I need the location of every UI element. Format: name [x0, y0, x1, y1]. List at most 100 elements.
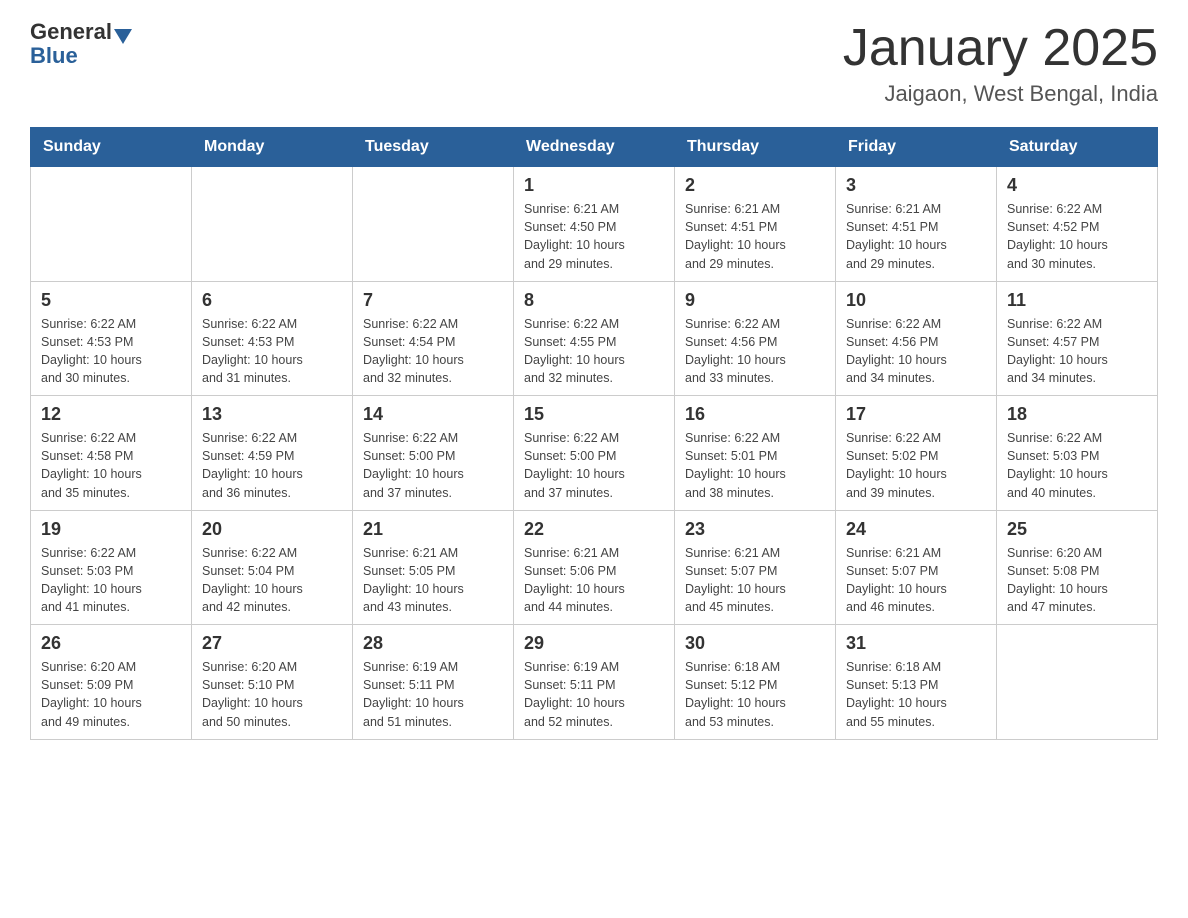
day-number: 23 [685, 519, 825, 540]
weekday-header-sunday: Sunday [31, 128, 192, 167]
day-number: 28 [363, 633, 503, 654]
day-info: Sunrise: 6:22 AM Sunset: 4:58 PM Dayligh… [41, 429, 181, 502]
day-info: Sunrise: 6:22 AM Sunset: 5:01 PM Dayligh… [685, 429, 825, 502]
day-number: 21 [363, 519, 503, 540]
calendar-cell: 10 Sunrise: 6:22 AM Sunset: 4:56 PM Dayli… [836, 281, 997, 396]
calendar-cell: 16 Sunrise: 6:22 AM Sunset: 5:01 PM Dayli… [675, 396, 836, 511]
calendar-cell: 19 Sunrise: 6:22 AM Sunset: 5:03 PM Dayli… [31, 510, 192, 625]
day-info: Sunrise: 6:21 AM Sunset: 5:05 PM Dayligh… [363, 544, 503, 617]
calendar-cell: 20 Sunrise: 6:22 AM Sunset: 5:04 PM Dayli… [192, 510, 353, 625]
day-info: Sunrise: 6:21 AM Sunset: 5:06 PM Dayligh… [524, 544, 664, 617]
calendar-cell: 5Sunrise: 6:22 AM Sunset: 4:53 PM Daylig… [31, 281, 192, 396]
day-number: 17 [846, 404, 986, 425]
day-info: Sunrise: 6:22 AM Sunset: 4:54 PM Dayligh… [363, 315, 503, 388]
calendar-cell: 15 Sunrise: 6:22 AM Sunset: 5:00 PM Dayli… [514, 396, 675, 511]
calendar-cell: 29Sunrise: 6:19 AM Sunset: 5:11 PM Dayli… [514, 625, 675, 740]
day-info: Sunrise: 6:22 AM Sunset: 5:00 PM Dayligh… [524, 429, 664, 502]
day-number: 25 [1007, 519, 1147, 540]
calendar-cell: 31 Sunrise: 6:18 AM Sunset: 5:13 PM Dayli… [836, 625, 997, 740]
day-info: Sunrise: 6:18 AM Sunset: 5:12 PM Dayligh… [685, 658, 825, 731]
calendar-cell: 3 Sunrise: 6:21 AM Sunset: 4:51 PM Daylig… [836, 167, 997, 282]
day-info: Sunrise: 6:20 AM Sunset: 5:08 PM Dayligh… [1007, 544, 1147, 617]
day-number: 27 [202, 633, 342, 654]
calendar-week-4: 19 Sunrise: 6:22 AM Sunset: 5:03 PM Dayli… [31, 510, 1158, 625]
day-info: Sunrise: 6:18 AM Sunset: 5:13 PM Dayligh… [846, 658, 986, 731]
weekday-header-wednesday: Wednesday [514, 128, 675, 167]
day-number: 15 [524, 404, 664, 425]
day-number: 19 [41, 519, 181, 540]
calendar-cell [192, 167, 353, 282]
day-number: 29 [524, 633, 664, 654]
day-number: 7 [363, 290, 503, 311]
calendar-cell: 1 Sunrise: 6:21 AM Sunset: 4:50 PM Daylig… [514, 167, 675, 282]
calendar-cell: 17 Sunrise: 6:22 AM Sunset: 5:02 PM Dayli… [836, 396, 997, 511]
calendar-cell: 21 Sunrise: 6:21 AM Sunset: 5:05 PM Dayli… [353, 510, 514, 625]
calendar-cell: 23 Sunrise: 6:21 AM Sunset: 5:07 PM Dayli… [675, 510, 836, 625]
day-info: Sunrise: 6:22 AM Sunset: 5:03 PM Dayligh… [41, 544, 181, 617]
day-number: 3 [846, 175, 986, 196]
day-info: Sunrise: 6:21 AM Sunset: 4:51 PM Dayligh… [846, 200, 986, 273]
day-number: 9 [685, 290, 825, 311]
day-info: Sunrise: 6:22 AM Sunset: 5:04 PM Dayligh… [202, 544, 342, 617]
calendar-cell: 24 Sunrise: 6:21 AM Sunset: 5:07 PM Dayli… [836, 510, 997, 625]
calendar-cell: 9 Sunrise: 6:22 AM Sunset: 4:56 PM Daylig… [675, 281, 836, 396]
calendar-subtitle: Jaigaon, West Bengal, India [843, 81, 1158, 107]
day-number: 22 [524, 519, 664, 540]
page-header: General Blue January 2025 Jaigaon, West … [30, 20, 1158, 107]
weekday-header-tuesday: Tuesday [353, 128, 514, 167]
day-info: Sunrise: 6:22 AM Sunset: 5:00 PM Dayligh… [363, 429, 503, 502]
day-info: Sunrise: 6:22 AM Sunset: 5:02 PM Dayligh… [846, 429, 986, 502]
calendar-cell: 27 Sunrise: 6:20 AM Sunset: 5:10 PM Dayli… [192, 625, 353, 740]
calendar-cell: 7 Sunrise: 6:22 AM Sunset: 4:54 PM Daylig… [353, 281, 514, 396]
day-number: 18 [1007, 404, 1147, 425]
day-info: Sunrise: 6:22 AM Sunset: 4:56 PM Dayligh… [685, 315, 825, 388]
calendar-cell [31, 167, 192, 282]
calendar-cell: 2Sunrise: 6:21 AM Sunset: 4:51 PM Daylig… [675, 167, 836, 282]
calendar-cell: 14 Sunrise: 6:22 AM Sunset: 5:00 PM Dayli… [353, 396, 514, 511]
logo-blue: Blue [30, 44, 134, 68]
day-number: 26 [41, 633, 181, 654]
calendar-cell: 22 Sunrise: 6:21 AM Sunset: 5:06 PM Dayli… [514, 510, 675, 625]
weekday-header-friday: Friday [836, 128, 997, 167]
day-number: 30 [685, 633, 825, 654]
day-number: 24 [846, 519, 986, 540]
day-info: Sunrise: 6:22 AM Sunset: 4:53 PM Dayligh… [202, 315, 342, 388]
day-number: 16 [685, 404, 825, 425]
calendar-cell [997, 625, 1158, 740]
calendar-cell: 26Sunrise: 6:20 AM Sunset: 5:09 PM Dayli… [31, 625, 192, 740]
day-info: Sunrise: 6:22 AM Sunset: 4:57 PM Dayligh… [1007, 315, 1147, 388]
day-number: 13 [202, 404, 342, 425]
calendar-cell: 13 Sunrise: 6:22 AM Sunset: 4:59 PM Dayli… [192, 396, 353, 511]
day-number: 6 [202, 290, 342, 311]
day-number: 20 [202, 519, 342, 540]
calendar-cell: 6 Sunrise: 6:22 AM Sunset: 4:53 PM Daylig… [192, 281, 353, 396]
day-number: 10 [846, 290, 986, 311]
weekday-header-monday: Monday [192, 128, 353, 167]
calendar-week-2: 5Sunrise: 6:22 AM Sunset: 4:53 PM Daylig… [31, 281, 1158, 396]
calendar-title: January 2025 [843, 20, 1158, 77]
calendar-cell: 11Sunrise: 6:22 AM Sunset: 4:57 PM Dayli… [997, 281, 1158, 396]
calendar-week-3: 12 Sunrise: 6:22 AM Sunset: 4:58 PM Dayli… [31, 396, 1158, 511]
day-info: Sunrise: 6:22 AM Sunset: 4:56 PM Dayligh… [846, 315, 986, 388]
logo: General Blue [30, 20, 134, 68]
day-number: 14 [363, 404, 503, 425]
day-number: 8 [524, 290, 664, 311]
calendar-cell [353, 167, 514, 282]
calendar-cell: 8Sunrise: 6:22 AM Sunset: 4:55 PM Daylig… [514, 281, 675, 396]
logo-arrow-icon [114, 29, 132, 44]
day-number: 12 [41, 404, 181, 425]
day-number: 1 [524, 175, 664, 196]
day-number: 31 [846, 633, 986, 654]
calendar-cell: 25 Sunrise: 6:20 AM Sunset: 5:08 PM Dayli… [997, 510, 1158, 625]
day-number: 4 [1007, 175, 1147, 196]
day-info: Sunrise: 6:22 AM Sunset: 4:53 PM Dayligh… [41, 315, 181, 388]
calendar-cell: 28Sunrise: 6:19 AM Sunset: 5:11 PM Dayli… [353, 625, 514, 740]
day-info: Sunrise: 6:21 AM Sunset: 5:07 PM Dayligh… [846, 544, 986, 617]
day-info: Sunrise: 6:20 AM Sunset: 5:10 PM Dayligh… [202, 658, 342, 731]
calendar-table: SundayMondayTuesdayWednesdayThursdayFrid… [30, 127, 1158, 740]
weekday-header-saturday: Saturday [997, 128, 1158, 167]
day-info: Sunrise: 6:21 AM Sunset: 4:50 PM Dayligh… [524, 200, 664, 273]
title-block: January 2025 Jaigaon, West Bengal, India [843, 20, 1158, 107]
day-info: Sunrise: 6:22 AM Sunset: 4:59 PM Dayligh… [202, 429, 342, 502]
day-info: Sunrise: 6:21 AM Sunset: 5:07 PM Dayligh… [685, 544, 825, 617]
